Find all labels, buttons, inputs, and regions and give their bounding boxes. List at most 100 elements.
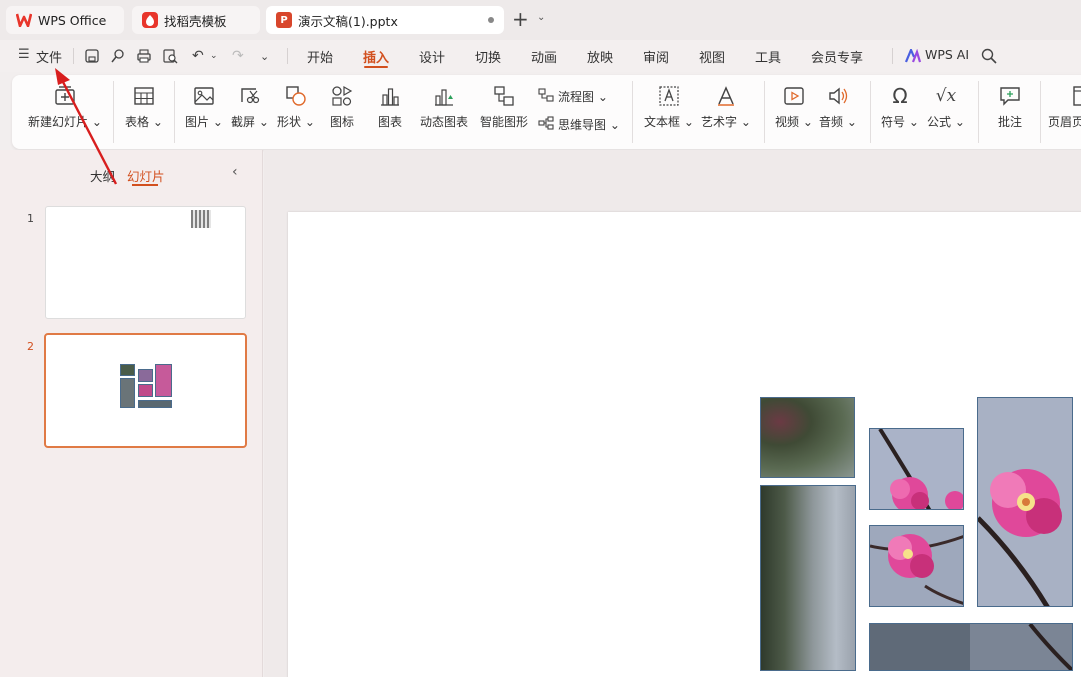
new-tab-plus-icon[interactable]: + <box>512 9 529 29</box>
symbol-button[interactable]: Ω 符号 ⌄ <box>880 85 920 130</box>
wps-logo-icon <box>16 12 32 28</box>
tab-wps-office[interactable]: WPS Office <box>6 6 124 34</box>
menu-member[interactable]: 会员专享 <box>811 47 863 66</box>
comment-label: 批注 <box>997 115 1022 129</box>
tab-label: WPS Office <box>38 12 107 28</box>
textbox-button[interactable]: 文本框 ⌄ <box>644 85 694 130</box>
tab-presentation[interactable]: P 演示文稿(1).pptx <box>266 6 504 34</box>
save-icon[interactable] <box>84 48 100 68</box>
collage-photo-tile[interactable] <box>977 397 1073 607</box>
collage-photo-tile[interactable] <box>760 485 856 671</box>
divider <box>113 81 114 143</box>
thumbnail-collage <box>120 364 172 408</box>
screenshot-button[interactable]: 截屏 ⌄ <box>230 85 270 130</box>
icon-button[interactable]: 图标 <box>324 85 360 130</box>
shape-icon <box>285 85 307 107</box>
table-button[interactable]: 表格 ⌄ <box>122 85 166 130</box>
redo-icon[interactable]: ↷ <box>232 48 244 64</box>
comment-button[interactable]: 批注 <box>990 85 1030 130</box>
tab-docer-templates[interactable]: 找稻壳模板 <box>132 6 260 34</box>
insert-ribbon: 新建幻灯片 ⌄ 表格 ⌄ 图片 ⌄ 截屏 ⌄ 形状 ⌄ 图标 图表 动态图表 智… <box>12 75 1081 149</box>
divider <box>632 81 633 143</box>
omega-icon: Ω <box>892 84 908 108</box>
chart-label: 图表 <box>377 115 402 129</box>
formula-icon: √x <box>935 86 957 106</box>
tab-list-chevron-icon[interactable]: ⌄ <box>537 12 545 23</box>
wordart-label: 艺术字 <box>701 115 738 129</box>
new-slide-label: 新建幻灯片 <box>28 115 89 129</box>
menu-design[interactable]: 设计 <box>419 47 445 66</box>
smart-graphic-button[interactable]: 智能图形 <box>476 85 532 130</box>
mindmap-icon <box>538 116 554 133</box>
menu-slideshow[interactable]: 放映 <box>587 47 613 66</box>
hamburger-icon[interactable]: ☰ <box>18 47 30 62</box>
undo-dropdown-chevron-icon[interactable]: ⌄ <box>210 51 218 61</box>
dynamic-chart-icon <box>433 85 455 107</box>
slide-thumbnail-2[interactable] <box>44 333 247 448</box>
comment-icon <box>999 85 1021 107</box>
video-button[interactable]: 视频 ⌄ <box>774 85 814 130</box>
current-slide[interactable] <box>288 212 1081 677</box>
search-icon[interactable] <box>981 48 997 68</box>
wordart-icon <box>715 85 737 107</box>
picture-icon <box>193 85 215 107</box>
mindmap-label: 思维导图 <box>558 118 607 132</box>
divider <box>892 48 893 64</box>
header-footer-icon <box>1070 85 1081 107</box>
file-menu[interactable]: 文件 <box>36 47 62 66</box>
menu-animation[interactable]: 动画 <box>531 47 557 66</box>
table-icon <box>133 85 155 107</box>
tab-label: 找稻壳模板 <box>164 13 227 29</box>
shape-button[interactable]: 形状 ⌄ <box>276 85 316 130</box>
chart-button[interactable]: 图表 <box>372 85 408 130</box>
editing-canvas[interactable] <box>264 150 1081 677</box>
header-footer-button[interactable]: 页眉页 <box>1048 85 1081 130</box>
menu-home[interactable]: 开始 <box>307 47 333 66</box>
divider <box>73 48 74 64</box>
tab-outline[interactable]: 大纲 <box>90 166 115 185</box>
unsaved-dot-icon[interactable] <box>488 17 494 23</box>
textbox-label: 文本框 <box>644 115 681 129</box>
print-preview-icon[interactable] <box>162 48 178 68</box>
slide-panel: 大纲 幻灯片 ‹ 1 2 <box>0 150 263 677</box>
wordart-button[interactable]: 艺术字 ⌄ <box>700 85 752 130</box>
tab-slides-underline <box>132 184 158 186</box>
collage-photo-tile[interactable] <box>869 623 1073 671</box>
menu-view[interactable]: 视图 <box>699 47 725 66</box>
collapse-panel-icon[interactable]: ‹ <box>232 164 238 180</box>
collage-photo-tile[interactable] <box>869 428 964 510</box>
wps-ai-button[interactable]: WPS AI <box>925 47 969 62</box>
print-icon[interactable] <box>136 48 152 68</box>
menu-transition[interactable]: 切换 <box>475 47 501 66</box>
smart-graphic-icon <box>493 85 515 107</box>
collage-photo-tile[interactable] <box>760 397 855 478</box>
new-slide-icon <box>54 85 76 107</box>
tab-label: 演示文稿(1).pptx <box>298 13 398 29</box>
screenshot-label: 截屏 <box>231 115 256 129</box>
screenshot-icon <box>239 85 261 107</box>
quick-access-chevron-icon[interactable]: ⌄ <box>260 50 269 63</box>
picture-button[interactable]: 图片 ⌄ <box>184 85 224 130</box>
mindmap-button[interactable]: 思维导图 ⌄ <box>538 116 620 133</box>
flowchart-button[interactable]: 流程图 ⌄ <box>538 88 608 105</box>
slide-thumbnail-1[interactable] <box>45 206 246 319</box>
tab-slides[interactable]: 幻灯片 <box>127 166 165 185</box>
format-painter-icon[interactable] <box>110 48 126 68</box>
divider <box>978 81 979 143</box>
symbol-label: 符号 <box>881 115 906 129</box>
formula-button[interactable]: √x 公式 ⌄ <box>926 85 966 130</box>
menu-tools[interactable]: 工具 <box>755 47 781 66</box>
header-footer-label: 页眉页 <box>1048 115 1081 129</box>
menu-review[interactable]: 审阅 <box>643 47 669 66</box>
dynamic-chart-button[interactable]: 动态图表 <box>416 85 472 130</box>
divider <box>764 81 765 143</box>
speaker-icon <box>827 85 849 107</box>
undo-icon[interactable]: ↶ <box>192 48 204 64</box>
new-slide-button[interactable]: 新建幻灯片 ⌄ <box>28 85 102 130</box>
icons-gallery-icon <box>331 85 353 107</box>
slide-number: 1 <box>27 212 34 225</box>
menu-insert[interactable]: 插入 <box>363 47 389 66</box>
audio-button[interactable]: 音频 ⌄ <box>818 85 858 130</box>
ppt-logo-icon: P <box>276 12 292 28</box>
collage-photo-tile[interactable] <box>869 525 964 607</box>
